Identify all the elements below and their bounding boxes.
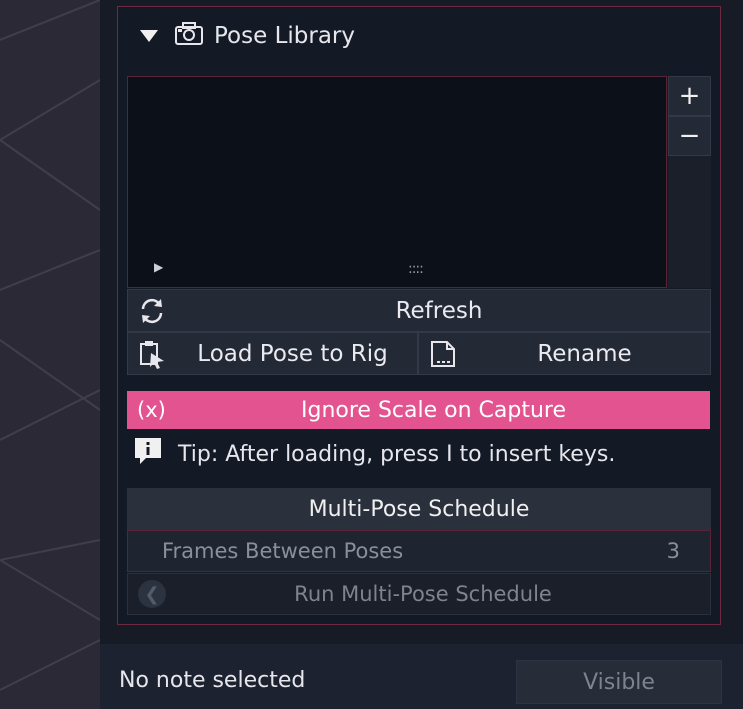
frames-field-value: 3 (666, 539, 680, 563)
viewport-grid (0, 0, 100, 691)
section-header[interactable]: Pose Library (140, 20, 355, 52)
multi-pose-header: Multi-Pose Schedule (127, 488, 711, 530)
section-title: Pose Library (214, 23, 355, 49)
expand-filter-icon[interactable]: ▶ (154, 260, 163, 274)
refresh-icon (136, 296, 168, 326)
toggle-off-icon: (x) (137, 398, 166, 422)
load-pose-label: Load Pose to Rig (197, 340, 388, 367)
add-pose-button[interactable]: + (668, 76, 711, 116)
tip-text: Tip: After loading, press I to insert ke… (178, 441, 616, 467)
tip-row: Tip: After loading, press I to insert ke… (132, 436, 615, 472)
load-pose-button[interactable]: Load Pose to Rig (127, 332, 418, 375)
frames-between-poses-field[interactable]: Frames Between Poses 3 (127, 530, 711, 572)
resize-grip[interactable]: :::: (408, 261, 424, 277)
visible-button[interactable]: Visible (516, 660, 722, 704)
rename-file-icon (427, 339, 459, 369)
camera-icon (174, 20, 204, 52)
ignore-scale-label: Ignore Scale on Capture (301, 397, 566, 423)
info-icon (132, 435, 164, 473)
refresh-label: Refresh (395, 297, 483, 324)
run-multi-pose-label: Run Multi-Pose Schedule (294, 582, 552, 606)
note-status-text: No note selected (119, 668, 306, 693)
refresh-button[interactable]: Refresh (127, 289, 711, 332)
rename-button[interactable]: Rename (418, 332, 711, 375)
status-bar: No note selected Visible (100, 644, 743, 709)
3d-viewport-edge (0, 0, 100, 709)
frames-field-label: Frames Between Poses (162, 539, 404, 563)
paste-pose-icon (136, 339, 168, 369)
back-arrow-icon: ❮ (138, 580, 166, 608)
rename-label: Rename (537, 340, 632, 367)
remove-pose-button[interactable]: − (668, 116, 711, 156)
collapse-triangle-icon[interactable] (140, 30, 158, 42)
pose-list[interactable]: ▶ :::: (127, 76, 667, 288)
ignore-scale-toggle[interactable]: (x) Ignore Scale on Capture (127, 391, 710, 429)
run-multi-pose-button[interactable]: ❮ Run Multi-Pose Schedule (127, 573, 711, 615)
